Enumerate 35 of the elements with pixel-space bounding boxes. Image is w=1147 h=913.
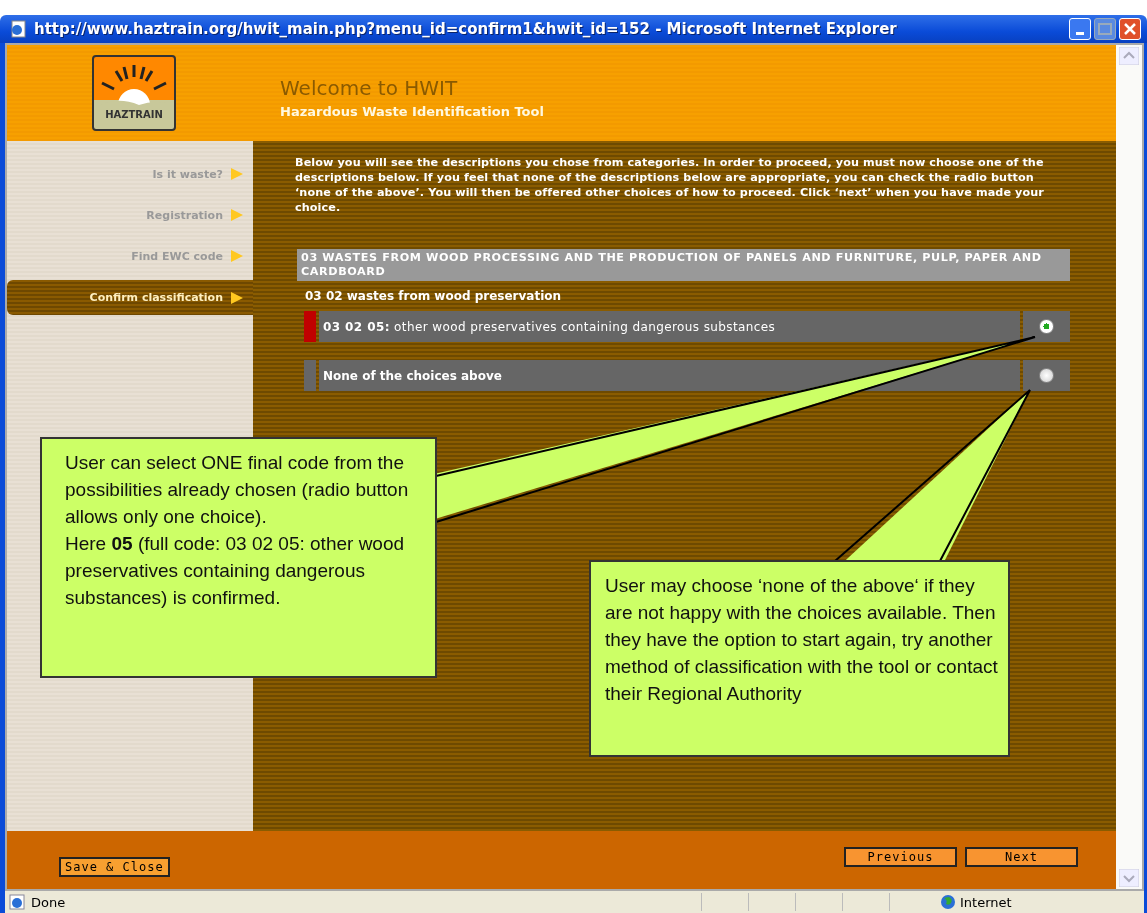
callout-text: Here 05 (full code: 03 02 05: other wood preservatives containing dangerous substances) is confirmed. xyxy=(65,532,406,610)
page-subtitle: Hazardous Waste Identification Tool xyxy=(280,103,544,119)
radio-button[interactable] xyxy=(1039,319,1054,334)
arrow-icon xyxy=(231,250,243,262)
sidebar-item[interactable]: Confirm classification xyxy=(7,280,253,315)
minimize-button[interactable] xyxy=(1069,18,1091,40)
window-title: http://www.haztrain.org/hwit_main.php?menu_id=confirm1&hwit_id=152 - Microsoft Internet Explorer xyxy=(34,20,898,38)
choice-label: 03 02 05: other wood preservatives containing dangerous substances xyxy=(319,311,1020,342)
minimize-icon xyxy=(1076,31,1084,35)
zone-text: Internet xyxy=(960,894,1013,910)
globe-icon xyxy=(940,894,956,910)
instructions-text: Below you will see the descriptions you chose from categories. In order to proceed, you must now choose one of the descriptions below. If you feel that none of the descriptions below are appropriate, you can check the radio button ‘none of the above’. You will then be offered other choices of how to proceed. Click ‘next’ when you have made your choice. xyxy=(295,155,1045,215)
save-close-button[interactable]: Save & Close xyxy=(59,857,170,877)
arrow-icon xyxy=(231,291,243,304)
scrollbar[interactable] xyxy=(1116,45,1142,889)
nav-button[interactable]: Next xyxy=(965,847,1078,867)
page-title: Welcome to HWIT xyxy=(280,75,459,100)
callout-text: User may choose ‘none of the above‘ if they are not happy with the choices available. Then they have the option to start again, try another method of classification with the tool or contact their Regional Authority xyxy=(605,574,998,706)
arrow-icon xyxy=(231,209,243,221)
maximize-icon xyxy=(1098,23,1112,35)
close-button[interactable] xyxy=(1119,18,1141,40)
close-icon xyxy=(1123,22,1137,36)
callout-text: User can select ONE final code from the possibilities already chosen (radio button allows only one choice). xyxy=(65,451,410,529)
page-icon xyxy=(10,20,28,38)
arrow-icon xyxy=(231,168,243,180)
logo: HAZTRAIN xyxy=(92,55,176,131)
subcategory-heading: 03 02 wastes from wood preservation xyxy=(305,289,563,303)
status-text: Done xyxy=(31,894,67,910)
radio-button[interactable] xyxy=(1039,368,1054,383)
choice-label: None of the choices above xyxy=(319,360,1020,391)
scroll-down-icon[interactable] xyxy=(1119,869,1139,887)
page-icon xyxy=(9,894,27,910)
category-heading: 03 WASTES FROM WOOD PROCESSING AND THE PRODUCTION OF PANELS AND FURNITURE, PULP, PAPER AND CARDBOARD xyxy=(297,249,1070,281)
nav-button[interactable]: Previous xyxy=(844,847,957,867)
scroll-up-icon[interactable] xyxy=(1119,47,1139,65)
